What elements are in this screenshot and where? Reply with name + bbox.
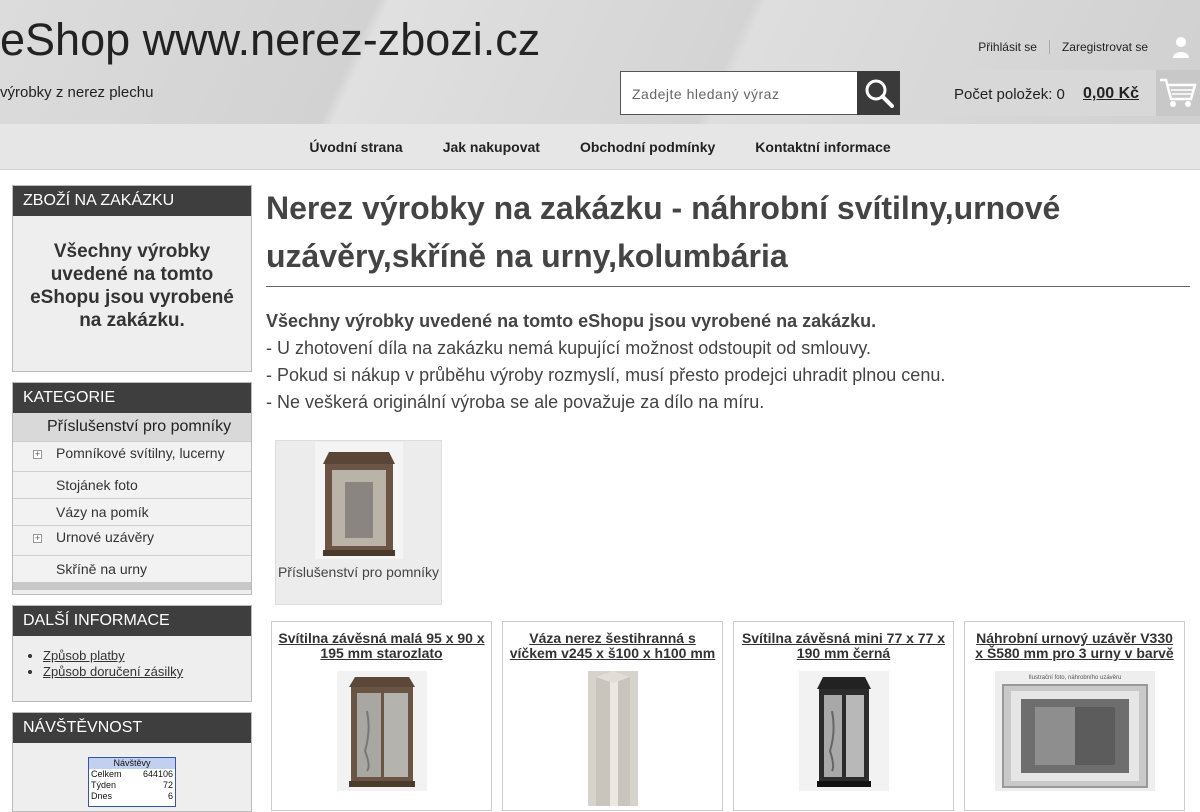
info-box: DALŠÍ INFORMACE Způsob platby Způsob dor… — [12, 605, 252, 702]
nav-item-terms[interactable]: Obchodní podmínky — [580, 139, 715, 155]
site-tagline: výrobky z nerez plechu — [0, 84, 154, 101]
expand-icon[interactable]: + — [33, 450, 42, 459]
counter-label: Dnes — [91, 791, 113, 801]
custom-order-notice: Všechny výrobky uvedené na tomto eShopu … — [266, 308, 1190, 416]
notice-line: - Pokud si nákup v průběhu výroby rozmys… — [266, 365, 946, 385]
category-footer — [13, 582, 251, 590]
product-name[interactable]: Svítilna závěsná malá 95 x 90 x 195 mm s… — [272, 622, 491, 671]
page-title: Nerez výrobky na zakázku - náhrobní svít… — [266, 184, 1190, 287]
notice-heading: Všechny výrobky uvedené na tomto eShopu … — [266, 311, 877, 331]
counter-row: Týden 72 — [89, 780, 175, 791]
search-icon — [865, 79, 894, 108]
search-button[interactable] — [857, 71, 900, 115]
product-card[interactable]: Váza nerez šestihranná s víčkem v245 x š… — [502, 621, 723, 811]
visits-title: NÁVŠTĚVNOST — [13, 713, 251, 743]
category-label: Skříně na urny — [56, 561, 148, 577]
counter-row: Dnes 6 — [89, 791, 175, 802]
counter-value: 644106 — [142, 769, 173, 779]
counter-row: Celkem 644106 — [89, 769, 175, 780]
nav-item-how-to-buy[interactable]: Jak nakupovat — [443, 139, 540, 155]
category-label: Pomníkové svítilny, lucerny — [56, 445, 225, 461]
user-icon[interactable] — [1172, 36, 1190, 58]
counter-label: Týden — [91, 780, 117, 790]
notice-line: - U zhotovení díla na zakázku nemá kupuj… — [266, 338, 871, 358]
cart-count: Počet položek: 0 — [954, 86, 1065, 103]
counter-value: 72 — [162, 780, 173, 790]
category-item-urn-covers[interactable]: + Urnové uzávěry — [13, 525, 251, 555]
info-link-delivery[interactable]: Způsob doručení zásilky — [43, 664, 251, 680]
subcategory-label[interactable]: Příslušenství pro pomníky — [276, 559, 441, 581]
info-list: Způsob platby Způsob doručení zásilky — [13, 636, 251, 688]
product-name[interactable]: Náhrobní urnový uzávěr V330 x Š580 mm pr… — [965, 622, 1184, 676]
category-item-lanterns[interactable]: + Pomníkové svítilny, lucerny — [13, 441, 251, 471]
cart-summary[interactable]: Počet položek: 0 0,00 Kč — [934, 70, 1200, 116]
category-label: Vázy na pomík — [56, 504, 149, 520]
account-links: Přihlásit se Zaregistrovat se — [966, 40, 1160, 54]
site-title[interactable]: eShop www.nerez-zbozi.cz — [0, 14, 540, 66]
product-image[interactable] — [503, 671, 722, 806]
login-link[interactable]: Přihlásit se — [966, 40, 1049, 54]
counter-label: Celkem — [91, 769, 122, 779]
product-card[interactable]: Svítilna závěsná malá 95 x 90 x 195 mm s… — [271, 621, 492, 811]
category-label: Urnové uzávěry — [56, 529, 155, 545]
info-title: DALŠÍ INFORMACE — [13, 606, 251, 636]
product-card[interactable]: Náhrobní urnový uzávěr V330 x Š580 mm pr… — [964, 621, 1185, 811]
image-caption: Ilustrační foto, náhrobního uzávěru — [1028, 675, 1121, 681]
product-image[interactable] — [734, 671, 953, 791]
product-image[interactable] — [272, 671, 491, 791]
header: eShop www.nerez-zbozi.cz výrobky z nerez… — [0, 0, 1200, 124]
category-item-vases[interactable]: Vázy na pomík — [13, 498, 251, 525]
subcategory-image[interactable] — [314, 442, 403, 559]
custom-order-text: Všechny výrobky uvedené na tomto eShopu … — [30, 241, 234, 331]
cart-price[interactable]: 0,00 Kč — [1083, 85, 1139, 103]
product-image[interactable]: Ilustrační foto, náhrobního uzávěru — [965, 671, 1184, 791]
main-nav: Úvodní strana Jak nakupovat Obchodní pod… — [0, 124, 1200, 170]
notice-line: - Ne veškerá originální výroba se ale po… — [266, 392, 765, 412]
counter-value: 6 — [167, 791, 173, 801]
cart-icon[interactable] — [1156, 70, 1200, 116]
counter-title: Návštěvy — [89, 758, 175, 769]
category-main[interactable]: Příslušenství pro pomníky — [13, 413, 251, 441]
category-item-photo-stand[interactable]: Stojánek foto — [13, 471, 251, 498]
info-link-payment[interactable]: Způsob platby — [43, 648, 251, 664]
category-label: Stojánek foto — [56, 477, 138, 493]
categories-title: KATEGORIE — [13, 383, 251, 413]
product-card[interactable]: Svítilna závěsná mini 77 x 77 x 190 mm č… — [733, 621, 954, 811]
custom-order-title: ZBOŽÍ NA ZAKÁZKU — [13, 186, 251, 216]
expand-icon[interactable]: + — [33, 534, 42, 543]
search-input[interactable]: Zadejte hledaný výraz — [620, 71, 858, 115]
subcategory-card[interactable]: Příslušenství pro pomníky — [275, 440, 442, 605]
product-name[interactable]: Svítilna závěsná mini 77 x 77 x 190 mm č… — [734, 622, 953, 671]
custom-order-box: ZBOŽÍ NA ZAKÁZKU Všechny výrobky uvedené… — [12, 185, 252, 372]
visits-box: NÁVŠTĚVNOST Návštěvy Celkem 644106 Týden… — [12, 712, 252, 812]
register-link[interactable]: Zaregistrovat se — [1050, 40, 1160, 54]
categories-box: KATEGORIE Příslušenství pro pomníky + Po… — [12, 382, 252, 595]
category-item-urn-cabinets[interactable]: Skříně na urny — [13, 555, 251, 582]
nav-item-home[interactable]: Úvodní strana — [309, 139, 402, 155]
nav-item-contact[interactable]: Kontaktní informace — [755, 139, 890, 155]
product-name[interactable]: Váza nerez šestihranná s víčkem v245 x š… — [503, 622, 722, 671]
